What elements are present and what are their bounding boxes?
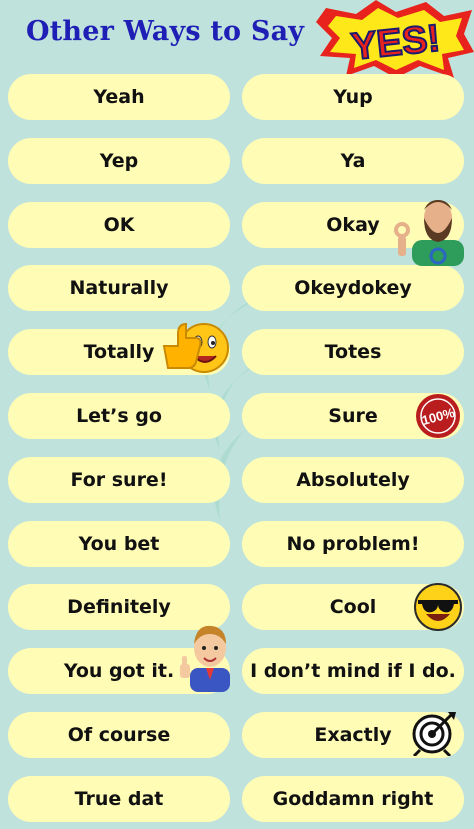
- phrase-pill: Absolutely: [242, 457, 464, 503]
- target-icon: [412, 712, 456, 756]
- phrase-pill: Naturally: [8, 265, 230, 311]
- phrase-pill: Goddamn right: [242, 776, 464, 822]
- hundred-percent-stamp-icon: 100%: [416, 394, 460, 438]
- phrase-pill: Yep: [8, 138, 230, 184]
- phrase-pill: No problem!: [242, 521, 464, 567]
- phrase-pill: Yeah: [8, 74, 230, 120]
- phrase-pill: True dat: [8, 776, 230, 822]
- phrase-pill: I don’t mind if I do.: [242, 648, 464, 694]
- phrase-pill: Okeydokey: [242, 265, 464, 311]
- phrase-pill: You bet: [8, 521, 230, 567]
- sunglasses-emoji-icon: [414, 583, 462, 631]
- phrase-pill: For sure!: [8, 457, 230, 503]
- phrase-pill: OK: [8, 202, 230, 248]
- phrase-pill: Totes: [242, 329, 464, 375]
- thumbs-up-emoji-icon: [162, 322, 229, 373]
- page-title: Other Ways to Say: [26, 16, 305, 47]
- bearded-man-ok-icon: [394, 200, 464, 266]
- phrase-pill: Of course: [8, 712, 230, 758]
- phrase-pill: Ya: [242, 138, 464, 184]
- phrase-pill: Let’s go: [8, 393, 230, 439]
- phrase-pill: Yup: [242, 74, 464, 120]
- yes-badge: YES!: [316, 0, 474, 78]
- thumbs-up-boy-icon: [180, 625, 230, 692]
